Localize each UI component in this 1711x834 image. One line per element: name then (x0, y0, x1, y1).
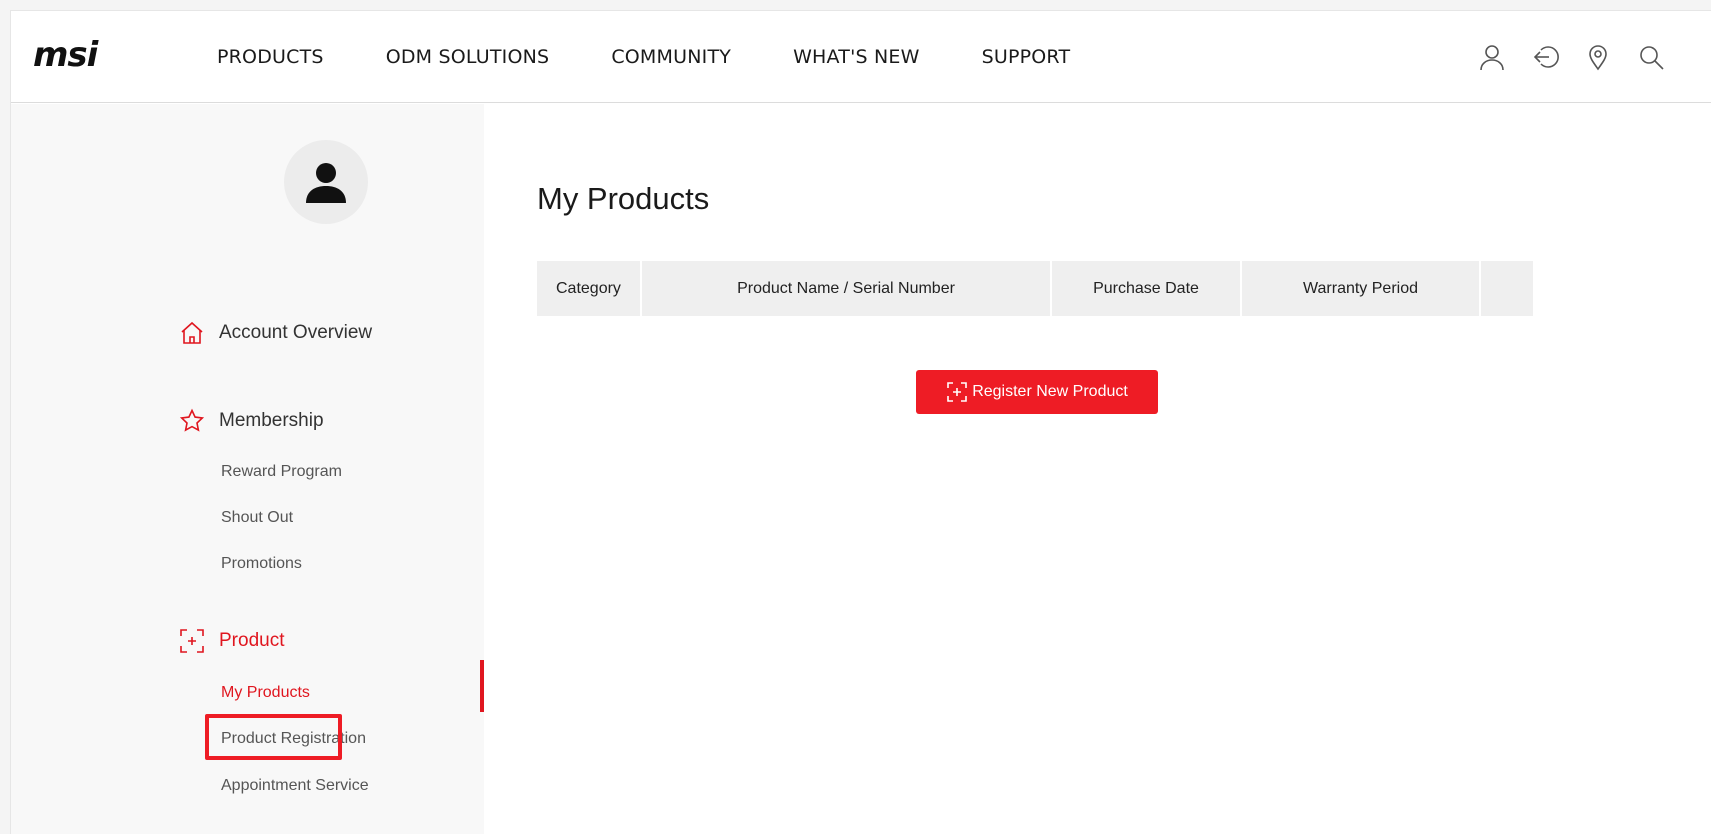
page-left-margin (0, 0, 10, 834)
column-header-product-name: Product Name / Serial Number (641, 261, 1052, 316)
column-header-warranty-period: Warranty Period (1241, 261, 1481, 316)
sidebar-active-indicator (480, 660, 484, 712)
page-frame: msi PRODUCTS ODM SOLUTIONS COMMUNITY WHA… (10, 10, 1711, 834)
logout-icon[interactable] (1531, 43, 1559, 71)
main-nav: PRODUCTS ODM SOLUTIONS COMMUNITY WHAT'S … (217, 11, 1132, 103)
msi-logo[interactable]: msi (33, 35, 133, 75)
table-header-row: Category Product Name / Serial Number Pu… (537, 261, 1533, 316)
nav-whats-new[interactable]: WHAT'S NEW (793, 46, 920, 68)
svg-text:msi: msi (33, 35, 100, 75)
star-icon (179, 408, 205, 434)
sidebar-account-overview[interactable]: Account Overview (179, 320, 372, 346)
page-title: My Products (537, 181, 710, 216)
search-icon[interactable] (1637, 43, 1665, 71)
header-icons (1453, 11, 1711, 103)
product-register-icon (947, 382, 967, 402)
account-sidebar: Account Overview Membership Reward Progr… (11, 104, 484, 834)
sidebar-item-product-registration[interactable]: Product Registration (221, 730, 366, 748)
home-icon (179, 320, 205, 346)
nav-products[interactable]: PRODUCTS (217, 46, 324, 68)
sidebar-section-label: Product (219, 630, 285, 651)
user-icon[interactable] (1478, 43, 1506, 71)
column-header-purchase-date: Purchase Date (1051, 261, 1242, 316)
site-header: msi PRODUCTS ODM SOLUTIONS COMMUNITY WHA… (11, 11, 1711, 103)
column-header-category: Category (537, 261, 642, 316)
column-header-actions (1480, 261, 1533, 316)
product-register-icon (179, 628, 205, 654)
page-top-margin (0, 0, 1711, 10)
sidebar-section-label: Membership (219, 410, 324, 431)
sidebar-section-label: Account Overview (219, 322, 373, 343)
nav-community[interactable]: COMMUNITY (611, 46, 731, 68)
register-new-product-button[interactable]: Register New Product (916, 370, 1158, 414)
nav-odm-solutions[interactable]: ODM SOLUTIONS (386, 46, 550, 68)
person-icon (306, 163, 346, 203)
sidebar-item-reward-program[interactable]: Reward Program (221, 463, 342, 481)
sidebar-item-promotions[interactable]: Promotions (221, 555, 302, 573)
sidebar-item-shout-out[interactable]: Shout Out (221, 509, 293, 527)
products-table: Category Product Name / Serial Number Pu… (537, 261, 1533, 316)
sidebar-item-appointment-service[interactable]: Appointment Service (221, 777, 369, 795)
sidebar-item-my-products[interactable]: My Products (221, 684, 310, 702)
nav-support[interactable]: SUPPORT (982, 46, 1071, 68)
sidebar-membership[interactable]: Membership (179, 408, 324, 434)
location-icon[interactable] (1584, 43, 1612, 71)
sidebar-product[interactable]: Product (179, 628, 284, 654)
avatar[interactable] (284, 140, 368, 224)
register-button-label: Register New Product (972, 383, 1128, 400)
